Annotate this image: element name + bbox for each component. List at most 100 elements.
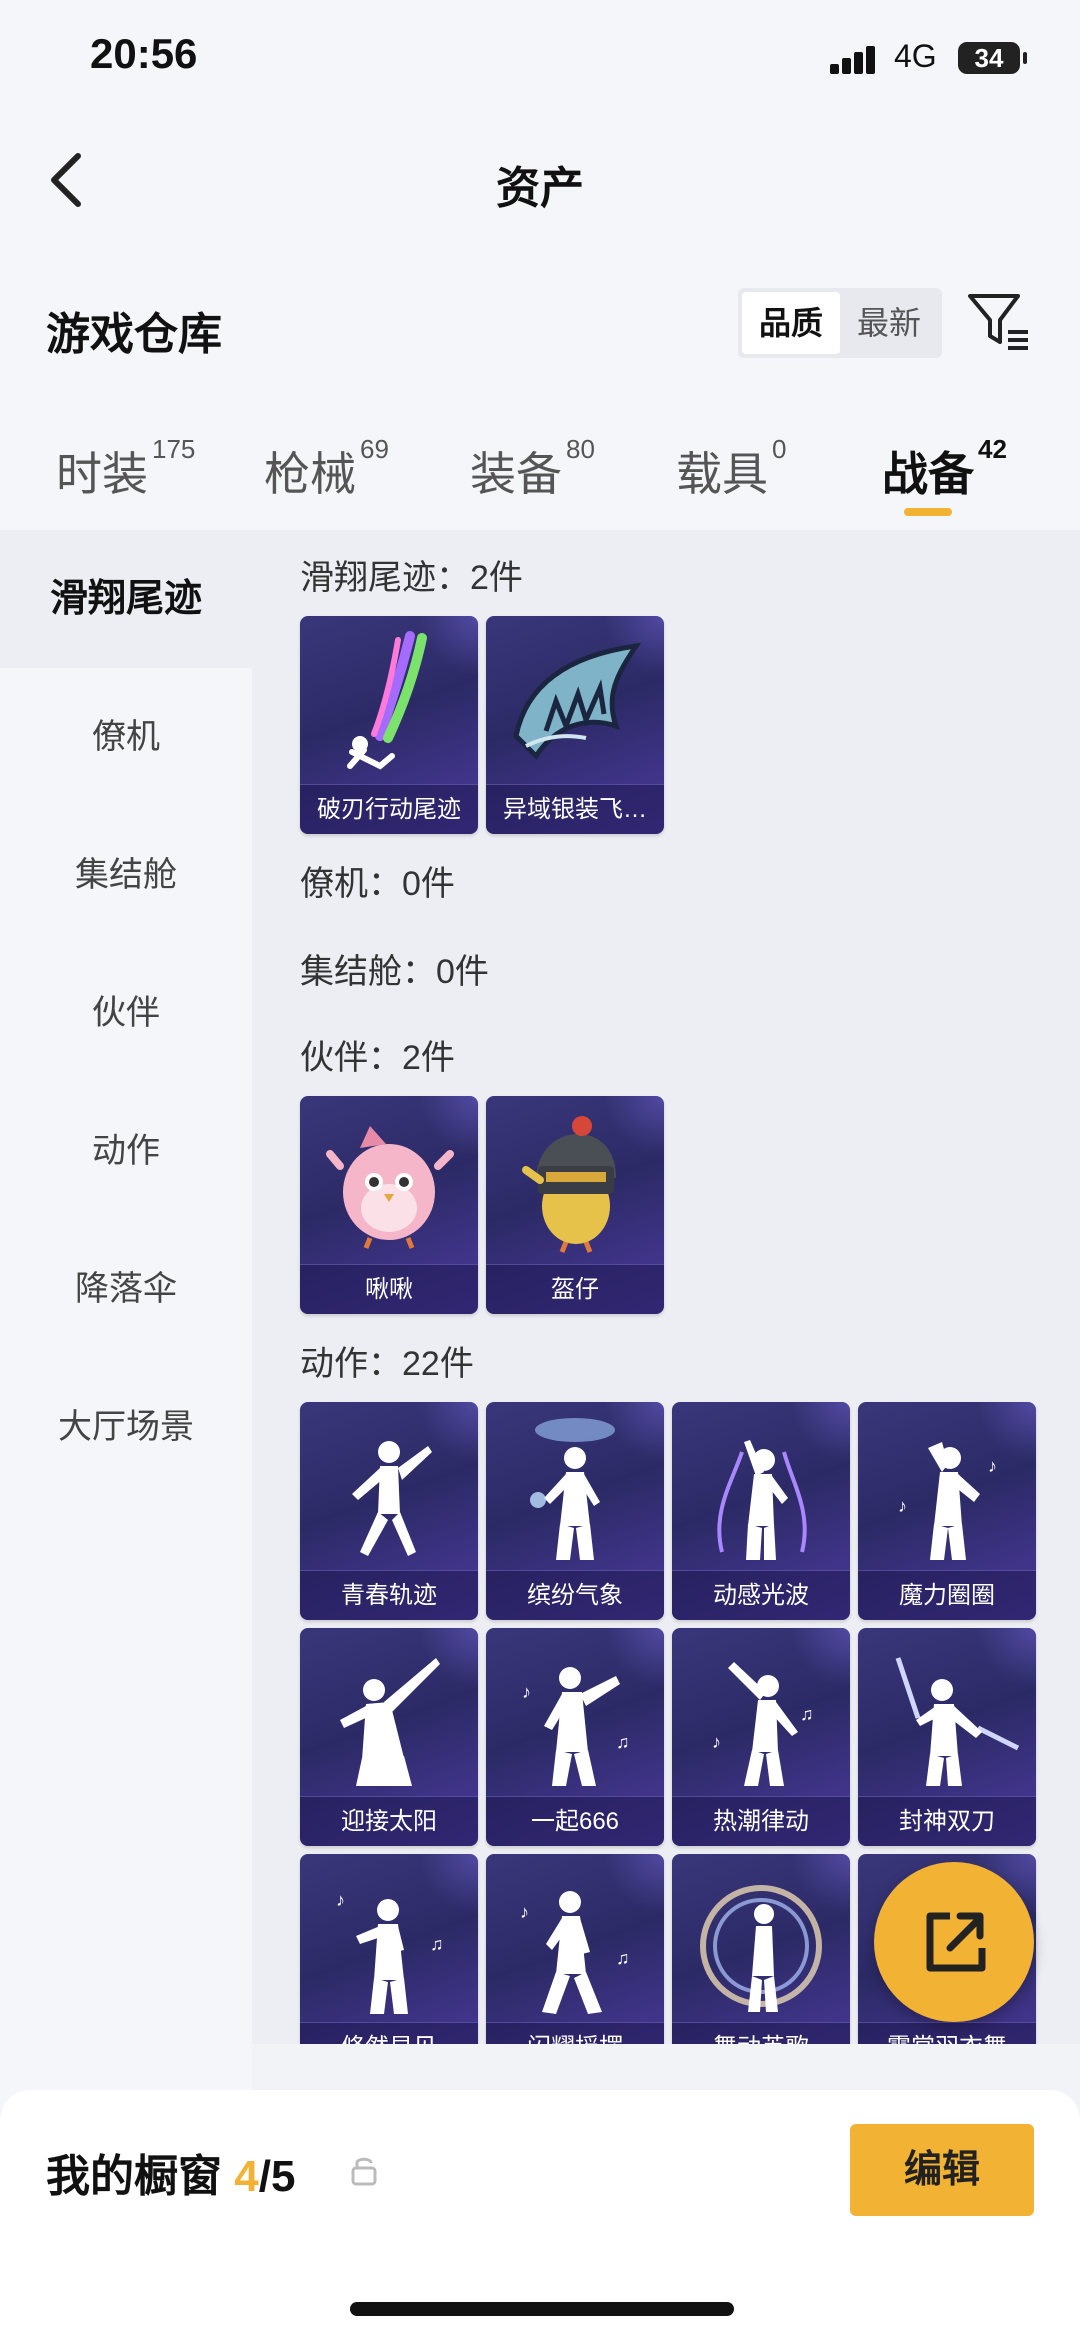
signal-icon xyxy=(830,46,878,74)
svg-text:♫: ♫ xyxy=(430,1934,444,1954)
tab-fashion[interactable]: 时装 175 xyxy=(56,434,195,504)
status-time: 20:56 xyxy=(90,30,198,77)
dance-figure-art xyxy=(717,1440,807,1560)
sort-latest-button[interactable]: 最新 xyxy=(840,292,938,354)
svg-text:♫: ♫ xyxy=(616,1948,630,1968)
item-card[interactable]: 舞动英歌 xyxy=(672,1854,850,2044)
svg-text:♪: ♪ xyxy=(520,1902,529,1922)
item-card[interactable]: ♪♫ 闪耀摇摆 xyxy=(486,1854,664,2044)
item-name: 动感光波 xyxy=(672,1570,850,1620)
partner-chick-art xyxy=(522,1116,616,1253)
dance-figure-art: ♪♫ xyxy=(520,1891,630,2014)
home-indicator xyxy=(350,2302,734,2316)
item-name: 舞动英歌 xyxy=(672,2022,850,2044)
sort-quality-button[interactable]: 品质 xyxy=(742,292,840,354)
item-card[interactable]: ♪ ♫ 热潮律动 xyxy=(672,1628,850,1846)
item-name: 闪耀摇摆 xyxy=(486,2022,664,2044)
dance-figure-art xyxy=(700,1885,822,2012)
item-card[interactable]: 缤纷气象 xyxy=(486,1402,664,1620)
sort-toggle: 品质 最新 xyxy=(738,288,942,358)
category-label-emote: 动作：22件 xyxy=(300,1345,474,1383)
dance-figure-art xyxy=(530,1418,615,1560)
item-name: 热潮律动 xyxy=(672,1796,850,1846)
item-card[interactable]: 破刃行动尾迹 xyxy=(300,616,478,834)
dance-figure-art: ♪♫ xyxy=(712,1662,814,1786)
category-label-wingman: 僚机：0件 xyxy=(300,865,455,903)
item-name: 破刃行动尾迹 xyxy=(300,784,478,834)
tab-count: 42 xyxy=(978,434,1007,464)
tab-equipment[interactable]: 装备 80 xyxy=(470,434,595,504)
item-card[interactable]: 啾啾 xyxy=(300,1096,478,1314)
lock-icon xyxy=(351,2157,377,2186)
battery-icon: 34 xyxy=(958,42,1027,74)
tab-label: 枪械 xyxy=(264,448,356,500)
dance-figure-art: ♪♪ xyxy=(898,1442,997,1560)
sidebar: 滑翔尾迹 僚机 集结舱 伙伴 动作 降落伞 大厅场景 xyxy=(0,530,252,2110)
tab-label: 战备 xyxy=(882,448,974,500)
item-name: 迎接太阳 xyxy=(300,1796,478,1846)
svg-text:♪: ♪ xyxy=(336,1890,345,1910)
tab-label: 时装 xyxy=(56,448,148,500)
section-header: 游戏仓库 品质 最新 xyxy=(0,240,1080,400)
showcase-current: 4 xyxy=(234,2152,259,2201)
glide-trail-art xyxy=(347,631,427,770)
item-name: 啾啾 xyxy=(300,1264,478,1314)
tab-label: 载具 xyxy=(676,448,768,500)
item-card[interactable]: 动感光波 xyxy=(672,1402,850,1620)
section-title: 游戏仓库 xyxy=(46,310,222,359)
svg-text:♫: ♫ xyxy=(616,1732,630,1752)
partner-bird-art xyxy=(326,1126,454,1249)
status-bar: 20:56 4G 34 xyxy=(0,0,1080,120)
item-card[interactable]: ♪ ♪ 魔力圈圈 xyxy=(858,1402,1036,1620)
dance-figure-art xyxy=(895,1657,1020,1786)
dance-figure-art: ♪♫ xyxy=(336,1890,444,2014)
sidebar-item-wingman[interactable]: 僚机 xyxy=(0,668,252,806)
active-tab-indicator xyxy=(904,508,952,516)
svg-text:♪: ♪ xyxy=(712,1732,721,1752)
sidebar-item-emote[interactable]: 动作 xyxy=(0,1082,252,1220)
item-card[interactable]: 迎接太阳 xyxy=(300,1628,478,1846)
sidebar-item-glide-trail[interactable]: 滑翔尾迹 xyxy=(0,530,252,668)
item-card[interactable]: 盔仔 xyxy=(486,1096,664,1314)
tab-weapons[interactable]: 枪械 69 xyxy=(264,434,389,504)
nav-header: 资产 xyxy=(0,120,1080,240)
edit-button[interactable]: 编辑 xyxy=(850,2124,1034,2216)
share-icon xyxy=(926,1912,986,1972)
item-card[interactable]: 异域银装飞… xyxy=(486,616,664,834)
category-label-assembly-pod: 集结舱：0件 xyxy=(300,953,489,991)
showcase-title: 我的橱窗 4/5 xyxy=(46,2140,295,2204)
page-title: 资产 xyxy=(496,164,584,213)
tab-count: 80 xyxy=(566,434,595,464)
dance-figure-art xyxy=(352,1441,432,1556)
item-name: 魔力圈圈 xyxy=(858,1570,1036,1620)
tab-label: 装备 xyxy=(470,448,562,500)
svg-text:♪: ♪ xyxy=(988,1456,997,1476)
sidebar-item-partner[interactable]: 伙伴 xyxy=(0,944,252,1082)
item-card[interactable]: ♪♫ 倏然显见 xyxy=(300,1854,478,2044)
inventory-content: 滑翔尾迹：2件 破刃行动尾迹 异域银装飞… 僚机：0件 集结舱：0件 伙伴：2件 xyxy=(252,530,1080,2044)
item-card[interactable]: 封神双刀 xyxy=(858,1628,1036,1846)
category-label-partner: 伙伴：2件 xyxy=(300,1039,455,1077)
item-name: 青春轨迹 xyxy=(300,1570,478,1620)
network-type: 4G xyxy=(894,38,937,74)
tab-count: 175 xyxy=(152,434,196,464)
item-card[interactable]: 青春轨迹 xyxy=(300,1402,478,1620)
dance-figure-art: ♪♫ xyxy=(522,1667,630,1786)
tab-vehicles[interactable]: 载具 0 xyxy=(676,434,786,504)
tab-battle-gear[interactable]: 战备 42 xyxy=(882,434,1007,504)
item-name: 封神双刀 xyxy=(858,1796,1036,1846)
item-card[interactable]: ♪ ♫ 一起666 xyxy=(486,1628,664,1846)
item-name: 盔仔 xyxy=(486,1264,664,1314)
dance-figure-art xyxy=(340,1658,440,1786)
item-name: 倏然显见 xyxy=(300,2022,478,2044)
tab-count: 0 xyxy=(772,434,787,464)
sidebar-item-assembly-pod[interactable]: 集结舱 xyxy=(0,806,252,944)
share-button[interactable] xyxy=(874,1862,1034,2022)
svg-text:♪: ♪ xyxy=(898,1496,907,1516)
item-name: 一起666 xyxy=(486,1796,664,1846)
sidebar-item-lobby-scene[interactable]: 大厅场景 xyxy=(0,1358,252,1496)
item-name: 霓裳羽衣舞 xyxy=(858,2022,1036,2044)
category-label-glide-trail: 滑翔尾迹：2件 xyxy=(300,559,523,597)
sidebar-item-parachute[interactable]: 降落伞 xyxy=(0,1220,252,1358)
filter-icon[interactable] xyxy=(966,288,1032,354)
